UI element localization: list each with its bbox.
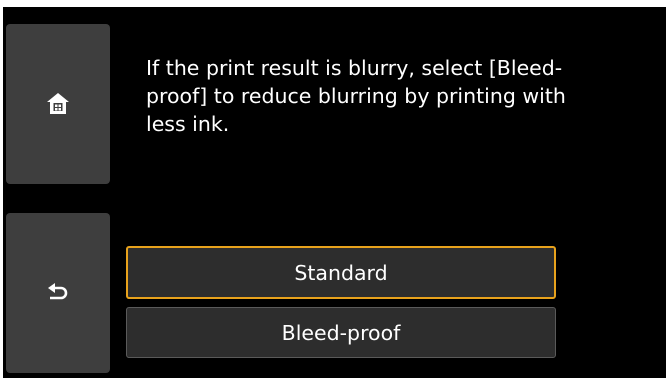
home-icon <box>46 92 70 116</box>
touch-panel: If the print result is blurry, select [B… <box>3 7 666 378</box>
home-button[interactable] <box>6 24 110 184</box>
bleed-proof-option-button[interactable]: Bleed-proof <box>126 307 556 358</box>
back-arrow-icon <box>46 283 70 303</box>
standard-option-label: Standard <box>294 260 388 285</box>
standard-option-button[interactable]: Standard <box>126 246 556 299</box>
back-button[interactable] <box>6 213 110 373</box>
instruction-message: If the print result is blurry, select [B… <box>146 56 566 136</box>
printer-screen: If the print result is blurry, select [B… <box>0 0 670 381</box>
bleed-proof-option-label: Bleed-proof <box>281 320 401 345</box>
